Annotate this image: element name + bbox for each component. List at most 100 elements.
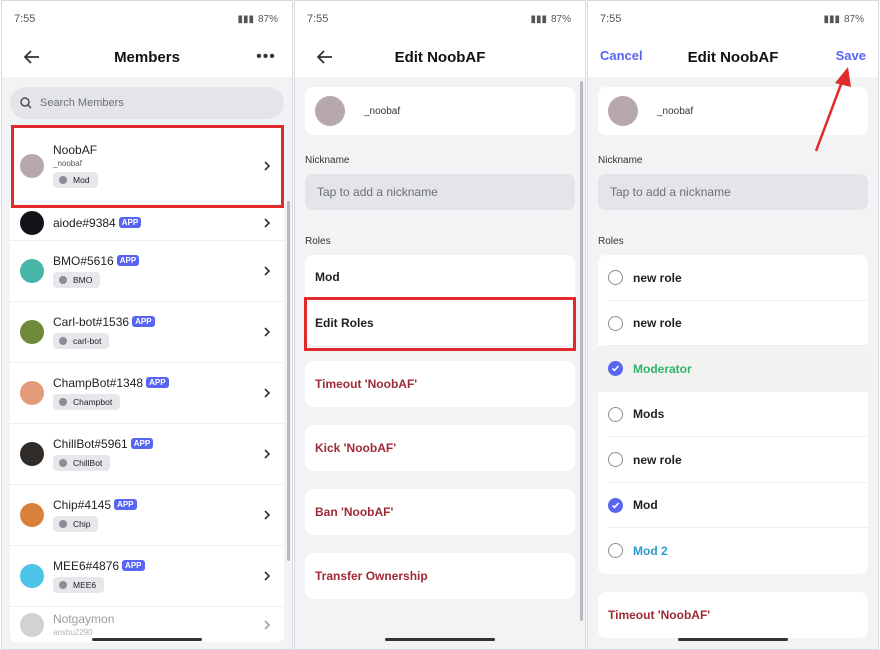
checkbox-empty-icon[interactable] (608, 270, 623, 286)
role-chip: Champbot (53, 393, 121, 410)
nickname-input[interactable]: Tap to add a nickname (305, 174, 575, 210)
avatar (20, 381, 44, 405)
role-chip-label: Champbot (73, 396, 113, 407)
checkbox-empty-icon[interactable] (608, 543, 623, 559)
role-mod: Mod (305, 255, 575, 300)
member-row[interactable]: ChampBot#1348 APP Champbot (10, 363, 284, 424)
member-name: Notgaymon (53, 612, 284, 626)
status-time: 7:55 (14, 13, 36, 25)
role-option-label: Mod 2 (633, 543, 668, 558)
chevron-right-icon (264, 160, 271, 171)
member-name: BMO#5616 APP (53, 254, 284, 268)
member-action-button[interactable]: Ban 'NoobAF' (305, 489, 575, 535)
status-bar: 7:55 ▮▮▮ 87% (2, 1, 292, 37)
cancel-button[interactable]: Cancel (600, 48, 643, 63)
chevron-right-icon (264, 619, 271, 630)
role-dot-icon (59, 458, 67, 467)
status-icons: ▮▮▮ 87% (530, 14, 571, 25)
chevron-right-icon (264, 217, 271, 228)
search-icon (20, 97, 32, 109)
checkbox-empty-icon[interactable] (608, 452, 623, 468)
avatar (20, 612, 44, 637)
role-dot-icon (59, 275, 67, 284)
role-option[interactable]: Mods (598, 392, 868, 438)
scrollbar[interactable] (580, 81, 583, 621)
checkbox-empty-icon[interactable] (608, 315, 623, 331)
member-name-text: MEE6#4876 (53, 558, 120, 573)
member-row[interactable]: aiode#9384 APP (10, 205, 284, 241)
back-button[interactable] (20, 45, 44, 69)
member-row[interactable]: Carl-bot#1536 APP carl-bot (10, 302, 284, 363)
role-chip: Mod (53, 171, 98, 188)
username: _noobaf (364, 105, 401, 117)
member-row[interactable]: ChillBot#5961 APP ChillBot (10, 424, 284, 485)
battery-level: 87% (257, 13, 278, 25)
role-option[interactable]: Mod (598, 483, 868, 529)
role-option[interactable]: Mod 2 (598, 528, 868, 574)
role-option[interactable]: new role (598, 301, 868, 347)
member-username: _noobaf (53, 158, 82, 168)
page-title: Edit NoobAF (394, 48, 486, 66)
status-bar: 7:55 ▮▮▮ 87% (588, 1, 878, 37)
scrollbar[interactable] (287, 201, 290, 561)
role-option-label: new role (633, 452, 682, 467)
edit-roles-button[interactable]: Edit Roles (305, 300, 575, 345)
role-dot-icon (59, 397, 67, 406)
member-actions: Timeout 'NoobAF' Kick 'NoobAF' Ban 'NoobAF… (295, 361, 585, 599)
role-chip: MEE6 (53, 576, 105, 593)
role-chip-label: BMO (73, 274, 93, 285)
role-option[interactable]: new role (598, 437, 868, 483)
member-row[interactable]: NoobAF _noobaf Mod (10, 127, 284, 205)
role-option[interactable]: new role (598, 255, 868, 301)
app-badge: APP (146, 377, 169, 388)
checkbox-checked-icon[interactable] (608, 361, 623, 377)
role-option-label: Moderator (633, 361, 692, 376)
member-row[interactable]: Chip#4145 APP Chip (10, 485, 284, 546)
member-action-button[interactable]: Transfer Ownership (305, 553, 575, 599)
timeout-button[interactable]: Timeout 'NoobAF' (598, 591, 868, 638)
member-name-text: BMO#5616 (53, 253, 114, 268)
avatar (20, 153, 44, 178)
role-chip: carl-bot (53, 332, 110, 349)
role-option-label: new role (633, 270, 682, 285)
annotation-arrow-icon (814, 67, 851, 152)
member-name-text: ChillBot#5961 (53, 436, 128, 451)
member-action-button[interactable]: Kick 'NoobAF' (305, 425, 575, 471)
member-action-button[interactable]: Timeout 'NoobAF' (305, 361, 575, 407)
checkbox-checked-icon[interactable] (608, 497, 623, 513)
member-info: Carl-bot#1536 APP carl-bot (53, 315, 284, 350)
chevron-right-icon (264, 449, 271, 459)
roles-label: Roles (598, 236, 624, 247)
role-option-label: Mods (633, 407, 665, 422)
chevron-right-icon (264, 327, 271, 337)
member-name: ChampBot#1348 APP (53, 376, 284, 390)
role-chip: Chip (53, 515, 99, 532)
edit-member-screen: 7:55 ▮▮▮ 87% Edit NoobAF _noobaf Nickname… (294, 0, 586, 650)
avatar (20, 320, 44, 344)
role-option[interactable]: Moderator (598, 346, 868, 392)
member-name-text: NoobAF (53, 142, 98, 157)
role-chip: ChillBot (53, 454, 111, 471)
nickname-input[interactable]: Tap to add a nickname (598, 174, 868, 210)
avatar (20, 564, 44, 588)
role-option-label: Mod (633, 498, 658, 513)
member-name-text: Notgaymon (53, 612, 115, 626)
member-row[interactable]: MEE6#4876 APP MEE6 (10, 546, 284, 607)
checkbox-empty-icon[interactable] (608, 406, 623, 422)
chevron-right-icon (264, 388, 271, 398)
signal-icon: ▮▮▮ (237, 13, 254, 25)
role-chip: BMO (53, 271, 101, 288)
member-name-text: ChampBot#1348 (53, 375, 144, 390)
role-chip-label: Chip (73, 518, 91, 529)
search-input[interactable]: Search Members (10, 87, 284, 119)
role-dot-icon (59, 175, 67, 184)
more-options-icon[interactable]: ••• (254, 45, 278, 69)
role-dot-icon (59, 336, 67, 345)
member-row[interactable]: BMO#5616 APP BMO (10, 241, 284, 302)
back-button[interactable] (313, 45, 337, 69)
app-badge: APP (130, 438, 154, 449)
save-button[interactable]: Save (836, 48, 866, 63)
chevron-right-icon (264, 266, 271, 276)
chevron-right-icon (264, 510, 271, 520)
nickname-label: Nickname (305, 155, 350, 166)
